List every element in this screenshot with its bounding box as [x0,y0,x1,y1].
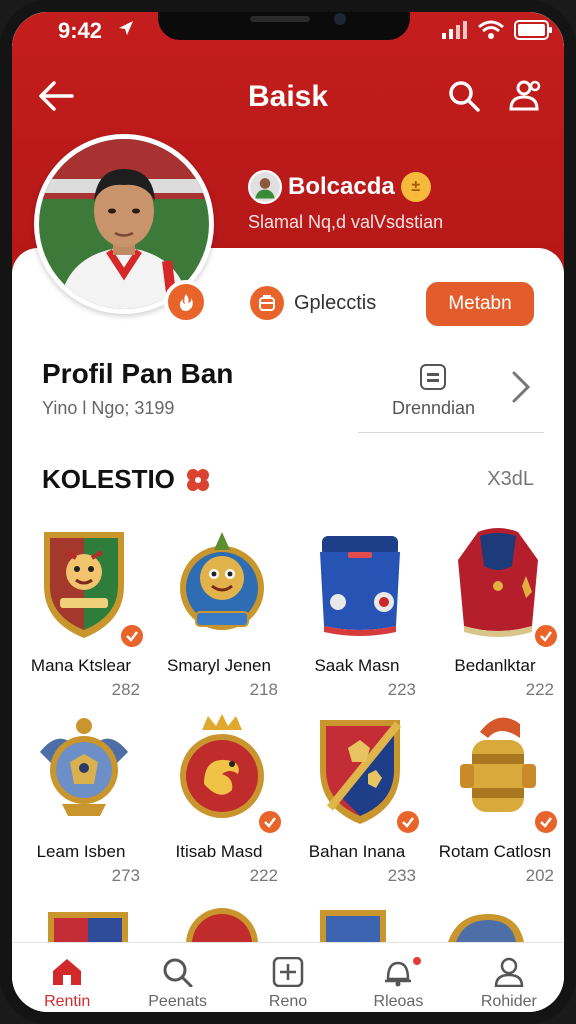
item-name: Mana Ktslear [30,656,132,675]
gold-bracelet-icon [460,717,536,812]
tab-label: Rentin [44,993,91,1010]
club-subtitle: Slamal Nq,d valVsdstian [248,212,444,232]
collection-title: KOLESTIO [42,464,175,494]
wifi-icon [478,20,504,39]
club-logo-icon [248,170,282,204]
blue-bag-icon [320,536,400,636]
owned-check-icon [118,622,146,650]
battery-icon [514,20,552,40]
flame-icon [179,294,193,311]
collection-item[interactable]: Smaryl Jenen 218 [150,518,288,699]
item-name: Bedanlktar [454,656,536,675]
collection-count[interactable]: X3dL [487,468,534,491]
search-icon[interactable] [446,78,482,114]
item-name: Saak Masn [314,656,400,675]
profile-meta: Yino l Ngo; 3199 [42,398,175,418]
location-arrow-icon [119,21,133,35]
stats-label: Gplecctis [294,291,377,314]
owned-check-icon [532,808,560,836]
stats-button[interactable]: Gplecctis [250,286,376,320]
tab-label: Rohider [480,993,537,1010]
add-icon [272,957,304,987]
profile-icon [494,957,524,987]
owned-check-icon [532,622,560,650]
tab-profile[interactable]: Rohider [454,943,564,1012]
tab-label: Rleoas [373,993,424,1010]
tab-home[interactable]: Rentin [12,943,122,1012]
winged-blue-badge-icon [40,718,128,816]
tab-label: Peenats [148,993,207,1010]
collection-item[interactable]: Rotam Catlosn 202 [426,704,564,885]
red-blue-shield-icon [320,720,402,824]
owned-check-icon [256,808,284,836]
collection-header: KOLESTIO [42,464,213,495]
item-count: 222 [525,680,554,699]
coin-icon: ± [400,172,431,202]
screen: 9:42 Baisk Bolcacda ± Slamal Nq,d valVsd… [12,12,564,1012]
divider [358,432,544,433]
collection-next-row [12,902,564,942]
club-name: Bolcacda [288,173,395,200]
item-name: Rotam Catlosn [438,842,552,861]
tab-label: Reno [268,993,308,1010]
item-name: Smaryl Jenen [167,656,271,675]
owned-check-icon [394,808,422,836]
item-name: Itisab Masd [175,842,263,861]
phone-frame: 9:42 Baisk Bolcacda ± Slamal Nq,d valVsd… [0,0,576,1024]
clover-icon [186,468,209,491]
item-name: Bahan Inana [308,842,406,861]
collection-item[interactable]: Itisab Masd 222 [150,704,288,885]
app-bar: Baisk [12,70,564,122]
follow-button[interactable]: Metabn [426,282,534,326]
collection-item[interactable]: Mana Ktslear 282 [12,518,150,699]
gold-crown-badge-icon [180,714,264,818]
chevron-right-icon[interactable] [510,370,532,404]
profile-title: Profil Pan Ban [42,358,234,389]
device-notch [158,12,410,40]
bottom-tab-bar: Rentin Peenats Reno Rleoas Rohider [12,942,564,1012]
notification-icon [385,961,412,987]
club-row: Bolcacda ± [248,170,431,204]
home-icon [53,959,82,985]
people-icon[interactable] [506,78,542,114]
collection-item[interactable]: Leam Isben 273 [12,704,150,885]
item-count: 223 [387,680,416,699]
red-jacket-icon [458,528,538,637]
notification-badge [411,955,424,967]
collection-item[interactable]: Bedanlktar 222 [426,518,564,699]
item-count: 218 [249,680,278,699]
item-count: 233 [387,866,416,885]
item-count: 273 [111,866,140,885]
bag-icon [250,286,284,320]
tab-notifications[interactable]: Rleoas [343,943,453,1012]
signal-icon [442,21,467,39]
collection-item[interactable]: Bahan Inana 233 [288,704,426,885]
status-icons [442,20,554,40]
green-shield-mascot-icon [44,532,124,638]
tab-search[interactable]: Peenats [122,943,232,1012]
collection-item[interactable]: Saak Masn 223 [288,518,426,699]
item-count: 222 [249,866,278,885]
lion-mascot-icon [180,532,264,630]
item-count: 282 [111,680,140,699]
tab-add[interactable]: Reno [233,943,343,1012]
avatar-verified-badge [164,280,208,324]
notch-camera [334,13,346,25]
status-time: 9:42 [58,18,103,43]
item-name: Leam Isben [36,842,126,861]
search-icon [163,958,193,987]
notch-speaker [250,16,310,22]
detail-label[interactable]: Drenndian [392,398,475,419]
partial-badges [48,908,524,942]
item-count: 202 [525,866,554,885]
document-icon[interactable] [420,364,446,390]
